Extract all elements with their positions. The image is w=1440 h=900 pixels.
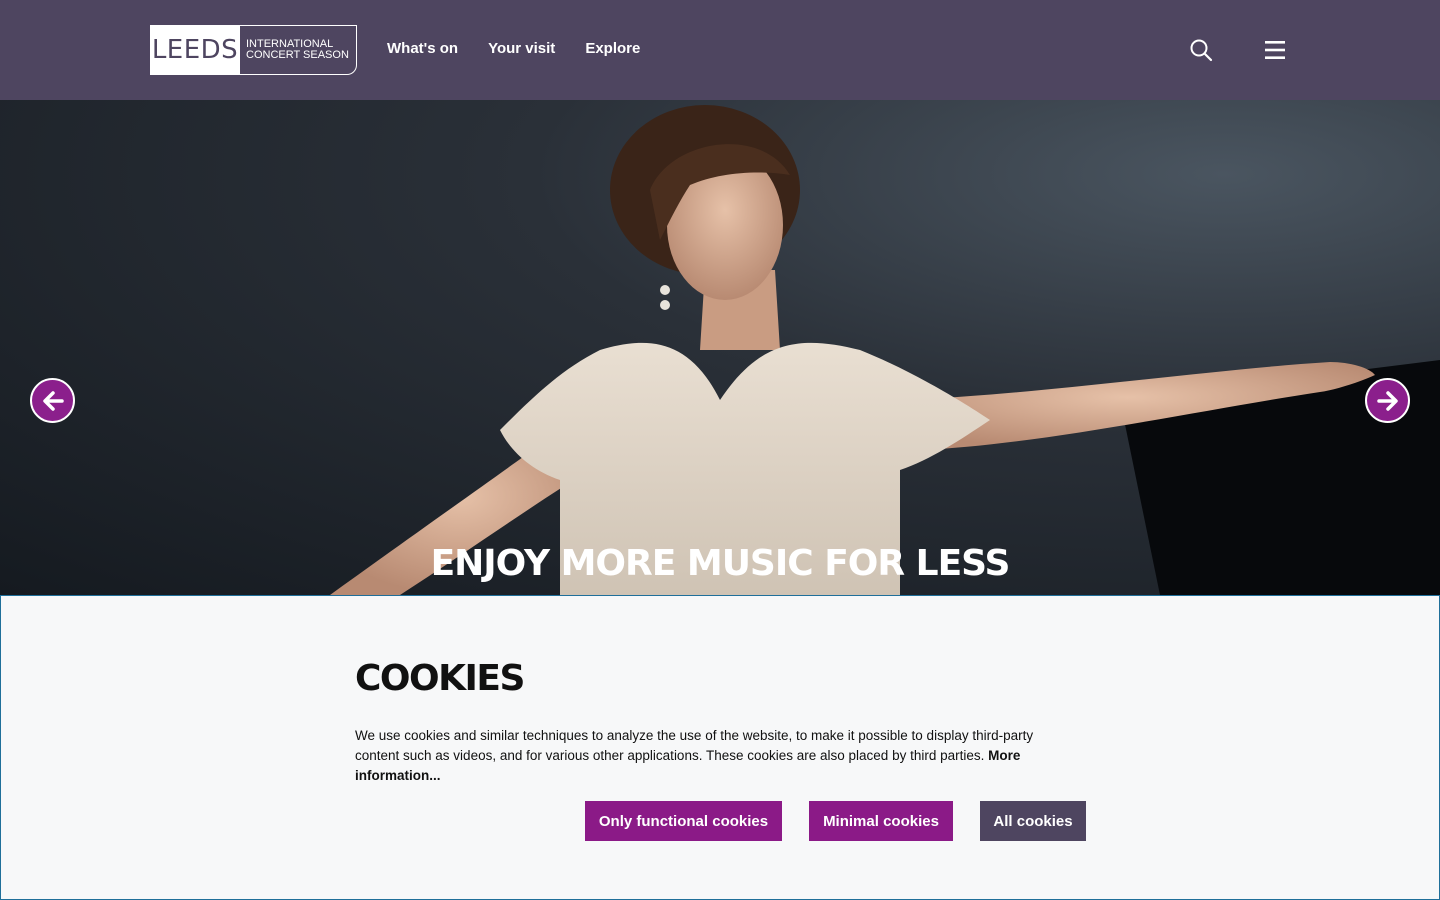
logo-subtitle: INTERNATIONAL CONCERT SEASON (240, 25, 357, 75)
arrow-right-icon (1376, 390, 1398, 411)
cookie-title: COOKIES (355, 658, 525, 699)
logo-main-text: LEEDS (150, 25, 240, 75)
hero-slider: ENJOY MORE MUSIC FOR LESS (0, 100, 1440, 595)
menu-icon[interactable] (1264, 39, 1286, 61)
nav-whats-on[interactable]: What's on (387, 40, 458, 57)
site-logo[interactable]: LEEDS INTERNATIONAL CONCERT SEASON (150, 25, 357, 75)
hero-title: ENJOY MORE MUSIC FOR LESS (430, 543, 1011, 584)
nav-your-visit[interactable]: Your visit (488, 40, 555, 57)
nav-explore[interactable]: Explore (585, 40, 640, 57)
search-icon[interactable] (1189, 38, 1213, 62)
site-header: LEEDS INTERNATIONAL CONCERT SEASON What'… (0, 0, 1440, 100)
arrow-left-icon (42, 390, 64, 411)
slider-next-button[interactable] (1365, 378, 1410, 423)
cookie-consent-panel: COOKIES We use cookies and similar techn… (0, 595, 1440, 900)
main-nav: What's on Your visit Explore (387, 40, 640, 57)
hero-image (330, 105, 1440, 595)
slider-prev-button[interactable] (30, 378, 75, 423)
logo-line-2: CONCERT SEASON (246, 49, 349, 61)
minimal-cookies-button[interactable]: Minimal cookies (809, 801, 953, 841)
cookie-description: We use cookies and similar techniques to… (355, 726, 1075, 786)
all-cookies-button[interactable]: All cookies (980, 801, 1086, 841)
only-functional-cookies-button[interactable]: Only functional cookies (585, 801, 782, 841)
cookie-text: We use cookies and similar techniques to… (355, 728, 1034, 763)
